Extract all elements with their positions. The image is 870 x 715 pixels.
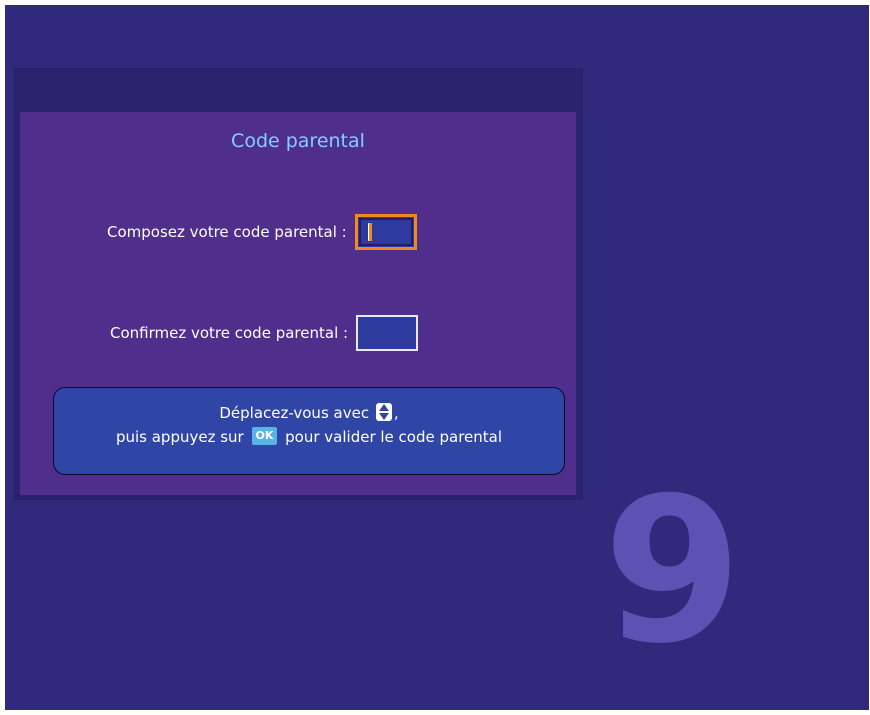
help-line-2: puis appuyez sur OK pour valider le code… — [54, 425, 564, 449]
tv-screen: Code parental Composez votre code parent… — [5, 5, 869, 710]
parental-code-dialog: Code parental Composez votre code parent… — [20, 112, 576, 495]
help-line-2-prefix: puis appuyez sur — [115, 428, 244, 446]
ok-key-icon: OK — [251, 427, 278, 445]
text-cursor — [367, 223, 372, 241]
channel-logo: 9 — [603, 455, 742, 688]
confirm-code-label: Confirmez votre code parental : — [110, 324, 349, 342]
compose-code-input[interactable] — [354, 214, 417, 250]
confirm-code-row: Confirmez votre code parental : — [110, 313, 419, 353]
help-line-1-suffix: , — [393, 404, 399, 422]
compose-code-label: Composez votre code parental : — [107, 223, 347, 241]
up-down-arrows-icon — [375, 403, 392, 421]
help-box: Déplacez-vous avec , puis appuyez sur OK… — [53, 387, 565, 475]
help-line-1: Déplacez-vous avec , — [54, 401, 564, 425]
dialog-title: Code parental — [231, 130, 365, 152]
help-line-1-text: Déplacez-vous avec — [219, 404, 370, 422]
compose-code-row: Composez votre code parental : — [107, 212, 417, 252]
confirm-code-input[interactable] — [356, 315, 419, 351]
help-line-2-suffix: pour valider le code parental — [285, 428, 503, 446]
